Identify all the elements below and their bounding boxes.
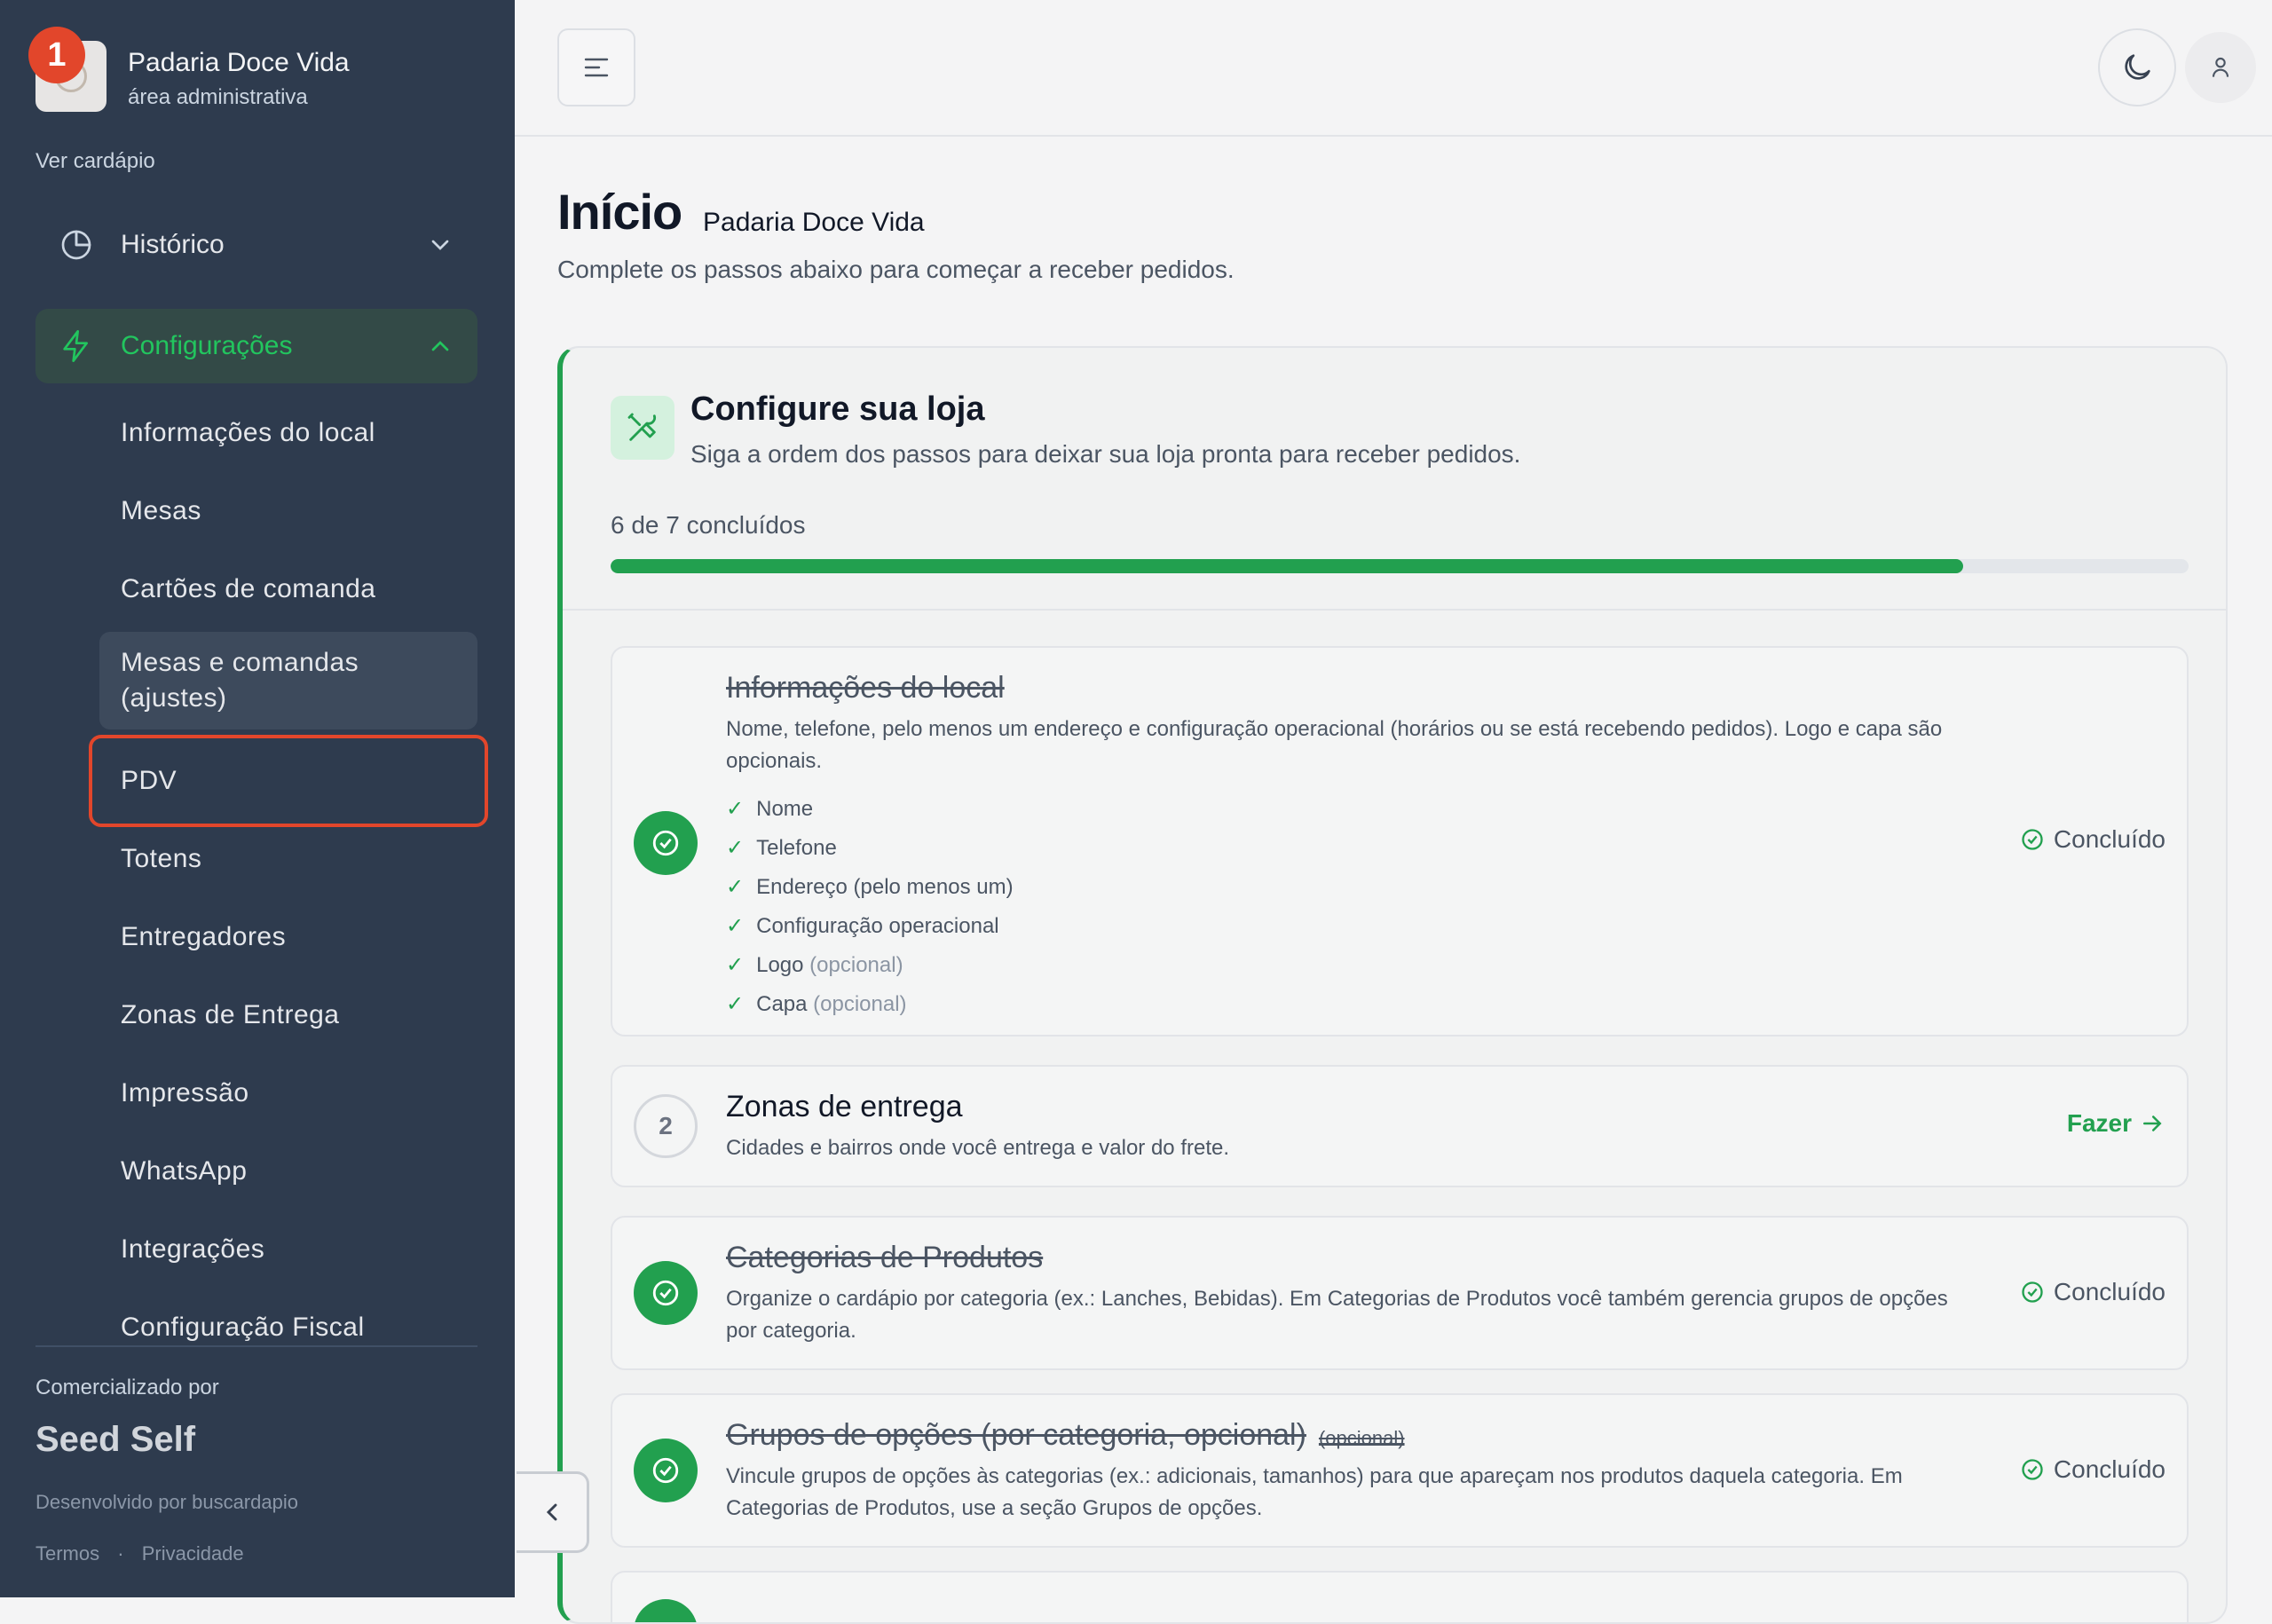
step-checklist: ✓ Nome ✓ Telefone ✓ Endereço (pelo menos um… xyxy=(726,790,1014,1024)
step-status: Concluído xyxy=(2020,825,2166,854)
step-title: Zonas de entrega xyxy=(726,1090,963,1123)
check-circle-icon xyxy=(634,811,698,875)
privacy-link[interactable]: Privacidade xyxy=(142,1542,244,1565)
chevron-left-icon xyxy=(546,1503,556,1521)
moon-icon xyxy=(2125,54,2150,80)
top-bar xyxy=(515,0,2272,137)
pdv-highlight-box xyxy=(89,735,488,827)
check-circle-icon xyxy=(2022,1281,2043,1303)
view-menu-link[interactable]: Ver cardápio xyxy=(36,149,155,174)
check-circle-icon xyxy=(634,1261,698,1325)
setup-card: Configure sua loja Siga a ordem dos pass… xyxy=(557,346,2228,1624)
checklist-item: ✓ Endereço (pelo menos um) xyxy=(726,875,1014,899)
sidebar-item-integracoes[interactable]: Integrações xyxy=(99,1230,477,1269)
sidebar: 1 Padaria Doce Vida área administrativa … xyxy=(0,0,515,1597)
terms-link[interactable]: Termos xyxy=(36,1542,99,1565)
step-description: Nome, telefone, pelo menos um endereço e… xyxy=(726,717,1943,773)
sidebar-item-zonas-de-entrega[interactable]: Zonas de Entrega xyxy=(99,996,477,1035)
vendor-logo: Seed Self xyxy=(36,1420,196,1459)
sidebar-item-entregadores[interactable]: Entregadores xyxy=(99,918,477,957)
pie-chart-icon xyxy=(61,230,91,260)
check-circle-icon xyxy=(2022,1459,2043,1480)
nav-group-label: Histórico xyxy=(121,230,225,259)
sidebar-item-cartoes-de-comanda[interactable]: Cartões de comanda xyxy=(99,570,477,609)
page-title: Início xyxy=(557,184,682,240)
sidebar-item-totens[interactable]: Totens xyxy=(99,840,477,879)
check-circle-icon xyxy=(2022,829,2043,850)
sidebar-item-mesas-e-comandas[interactable]: Mesas e comandas (ajustes) xyxy=(99,632,477,729)
progress-fill xyxy=(611,559,1963,573)
setup-subtitle: Siga a ordem dos passos para deixar sua … xyxy=(690,440,1521,468)
page-description: Complete os passos abaixo para começar a… xyxy=(557,256,1235,283)
sidebar-item-whatsapp[interactable]: WhatsApp xyxy=(99,1152,477,1191)
checklist-item: ✓ Capa (opcional) xyxy=(726,992,907,1016)
step-zonas-de-entrega[interactable]: 2 Zonas de entrega Cidades e bairros ond… xyxy=(611,1065,2189,1187)
sidebar-item-mesas[interactable]: Mesas xyxy=(99,492,477,531)
step-title: Categorias de Produtos xyxy=(726,1241,1044,1274)
user-icon xyxy=(2212,57,2229,77)
link-separator: · xyxy=(117,1542,124,1565)
chevron-up-icon xyxy=(431,341,449,351)
check-circle-icon xyxy=(634,1599,698,1622)
sidebar-divider xyxy=(36,1345,477,1347)
setup-title: Configure sua loja xyxy=(690,390,985,428)
progress-bar xyxy=(611,559,2189,573)
step-next[interactable] xyxy=(611,1571,2189,1622)
menu-icon xyxy=(584,58,609,77)
checklist-item: ✓ Configuração operacional xyxy=(726,914,999,938)
store-name: Padaria Doce Vida xyxy=(128,48,350,77)
theme-toggle-button[interactable] xyxy=(2098,28,2176,106)
step-badge: 1 xyxy=(28,27,85,83)
commercialized-by: Comercializado por xyxy=(36,1376,219,1399)
check-circle-icon xyxy=(634,1439,698,1502)
step-description: Vincule grupos de opções às categorias (… xyxy=(726,1464,1903,1520)
legal-links: Termos · Privacidade xyxy=(36,1542,244,1565)
sidebar-item-impressao[interactable]: Impressão xyxy=(99,1074,477,1113)
step-status: Concluído xyxy=(2020,1455,2166,1484)
menu-button[interactable] xyxy=(557,28,635,106)
page-subtitle: Padaria Doce Vida xyxy=(703,208,925,237)
tools-icon xyxy=(611,396,674,460)
sidebar-item-configuracao-fiscal[interactable]: Configuração Fiscal xyxy=(99,1308,477,1347)
checklist-item: ✓ Logo (opcional) xyxy=(726,953,903,977)
step-categorias-de-produtos[interactable]: Categorias de Produtos Organize o cardáp… xyxy=(611,1216,2189,1370)
lightning-icon xyxy=(63,330,88,362)
step-description: Organize o cardápio por categoria (ex.: … xyxy=(726,1287,1948,1343)
card-divider xyxy=(563,609,2226,611)
optional-label: (opcional) xyxy=(1318,1427,1405,1449)
step-title: Grupos de opções (por categoria, opciona… xyxy=(726,1418,1405,1452)
step-grupos-de-opcoes[interactable]: Grupos de opções (por categoria, opciona… xyxy=(611,1393,2189,1548)
nav-group-label: Configurações xyxy=(121,331,293,360)
user-menu-button[interactable] xyxy=(2185,32,2256,103)
nav-group-configuracoes[interactable]: Configurações xyxy=(36,309,477,383)
do-step-link[interactable]: Fazer xyxy=(2067,1109,2166,1138)
sidebar-item-informacoes-do-local[interactable]: Informações do local xyxy=(99,414,477,453)
step-number: 2 xyxy=(634,1094,698,1158)
checklist-item: ✓ Nome xyxy=(726,797,814,821)
progress-text: 6 de 7 concluídos xyxy=(611,511,806,539)
arrow-right-icon xyxy=(2143,1116,2162,1131)
brand[interactable]: 1 Padaria Doce Vida área administrativa xyxy=(28,27,515,121)
chevron-down-icon xyxy=(431,240,449,250)
developed-by: Desenvolvido por buscardapio xyxy=(36,1491,298,1513)
step-informacoes-do-local[interactable]: Informações do local Nome, telefone, pel… xyxy=(611,646,2189,1037)
step-title: Informações do local xyxy=(726,671,1005,705)
checklist-item: ✓ Telefone xyxy=(726,836,837,860)
step-status: Concluído xyxy=(2020,1278,2166,1306)
step-description: Cidades e bairros onde você entrega e va… xyxy=(726,1136,1230,1160)
collapse-sidebar-button[interactable] xyxy=(517,1471,589,1553)
store-area: área administrativa xyxy=(128,85,308,109)
nav-group-historico[interactable]: Histórico xyxy=(36,208,477,282)
